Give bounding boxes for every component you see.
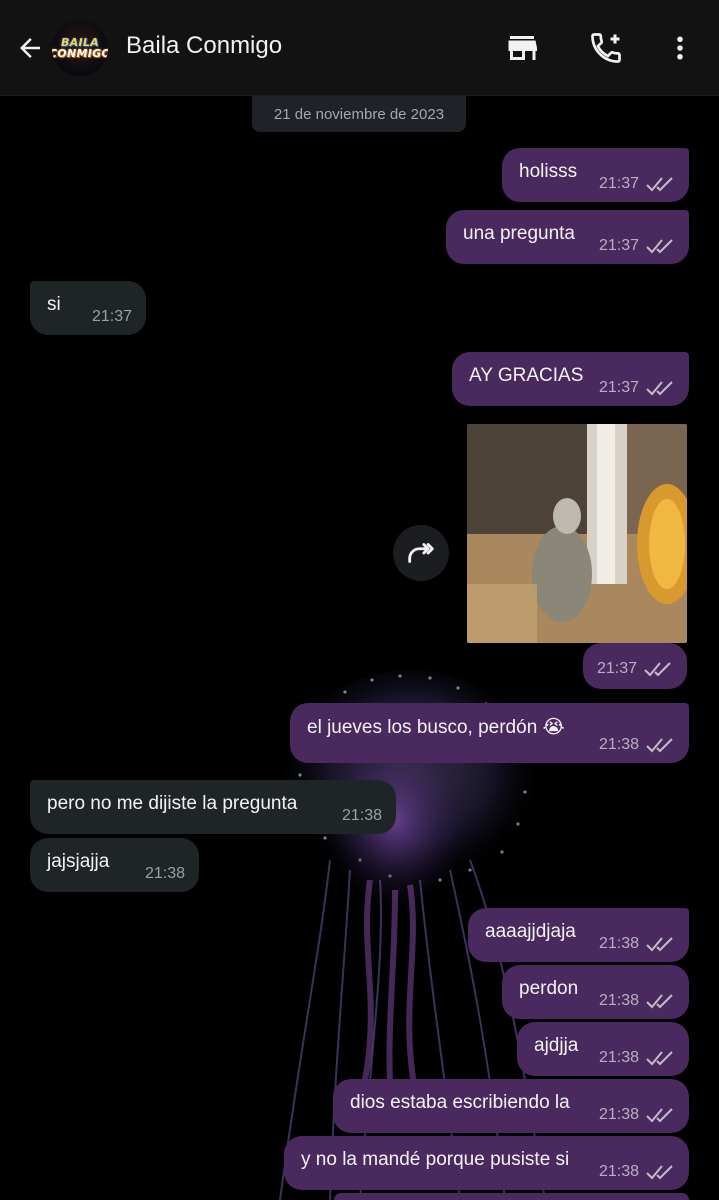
message-time: 21:38 bbox=[598, 1106, 639, 1123]
message-bubble-outgoing[interactable]: una pregunta 21:37 bbox=[446, 210, 689, 264]
chat-title[interactable]: Baila Conmigo bbox=[126, 32, 282, 60]
double-check-icon bbox=[646, 239, 673, 254]
store-icon bbox=[508, 36, 537, 60]
add-call-icon bbox=[591, 33, 621, 63]
message-text: perdon bbox=[519, 978, 579, 999]
double-check-icon bbox=[646, 1165, 673, 1180]
more-options-button[interactable] bbox=[656, 24, 704, 72]
message-bubble-outgoing[interactable]: holisss 21:37 bbox=[502, 148, 689, 202]
message-text: y no la mandé porque pusiste si bbox=[301, 1149, 570, 1170]
message-time: 21:37 bbox=[91, 308, 132, 325]
message-text: aaaajjdjaja bbox=[485, 921, 576, 942]
arrow-left-icon bbox=[20, 38, 40, 58]
add-call-button[interactable] bbox=[582, 24, 630, 72]
gif-thumbnail bbox=[467, 424, 687, 643]
message-bubble-outgoing-partial[interactable] bbox=[334, 1193, 689, 1200]
message-text: AY GRACIAS bbox=[469, 365, 584, 386]
gif-image[interactable] bbox=[467, 424, 687, 643]
chat-header: BAILA CONMIGO Baila Conmigo bbox=[0, 0, 719, 96]
message-bubble-outgoing[interactable]: 21:37 bbox=[583, 643, 687, 689]
avatar-text-line2: CONMIGO bbox=[52, 47, 108, 60]
double-check-icon bbox=[646, 381, 673, 396]
message-bubble-outgoing[interactable]: y no la mandé porque pusiste si 21:38 bbox=[284, 1136, 689, 1190]
message-text: holisss bbox=[519, 161, 578, 182]
message-text: una pregunta bbox=[463, 223, 575, 244]
message-time: 21:38 bbox=[598, 736, 639, 753]
double-check-icon bbox=[646, 177, 673, 192]
double-check-icon bbox=[646, 1108, 673, 1123]
message-bubble-outgoing[interactable]: el jueves los busco, perdón 😭 21:38 bbox=[290, 703, 689, 763]
message-bubble-outgoing[interactable]: aaaajjdjaja 21:38 bbox=[468, 908, 689, 962]
message-time: 21:38 bbox=[341, 807, 382, 824]
message-time: 21:37 bbox=[598, 175, 639, 192]
message-bubble-outgoing[interactable]: perdon 21:38 bbox=[502, 965, 689, 1019]
message-time: 21:38 bbox=[598, 992, 639, 1009]
message-text: pero no me dijiste la pregunta bbox=[47, 793, 298, 814]
message-time: 21:38 bbox=[598, 1163, 639, 1180]
message-text: si bbox=[47, 294, 61, 315]
double-check-icon bbox=[646, 1051, 673, 1066]
date-divider: 21 de noviembre de 2023 bbox=[252, 96, 466, 132]
message-text: ajdjja bbox=[534, 1035, 579, 1056]
message-bubble-outgoing[interactable]: AY GRACIAS 21:37 bbox=[452, 352, 689, 406]
message-time: 21:37 bbox=[598, 237, 639, 254]
message-time: 21:38 bbox=[144, 865, 185, 882]
message-time: 21:37 bbox=[598, 379, 639, 396]
message-text: jajsjajja bbox=[47, 851, 110, 872]
double-check-icon bbox=[646, 994, 673, 1009]
forward-icon bbox=[408, 543, 434, 563]
message-text: dios estaba escribiendo la bbox=[350, 1092, 570, 1113]
more-vert-icon bbox=[677, 36, 683, 60]
double-check-icon bbox=[644, 662, 671, 677]
double-check-icon bbox=[646, 937, 673, 952]
forward-button[interactable] bbox=[393, 525, 449, 581]
message-bubble-incoming[interactable]: jajsjajja 21:38 bbox=[30, 838, 199, 892]
back-button[interactable] bbox=[8, 26, 52, 70]
message-time: 21:38 bbox=[598, 1049, 639, 1066]
message-bubble-outgoing[interactable]: ajdjja 21:38 bbox=[517, 1022, 689, 1076]
double-check-icon bbox=[646, 738, 673, 753]
message-bubble-incoming[interactable]: si 21:37 bbox=[30, 281, 146, 335]
message-time: 21:37 bbox=[596, 660, 637, 677]
message-text: el jueves los busco, perdón 😭 bbox=[307, 717, 565, 738]
avatar[interactable]: BAILA CONMIGO bbox=[52, 20, 108, 76]
message-bubble-incoming[interactable]: pero no me dijiste la pregunta 21:38 bbox=[30, 780, 396, 834]
store-button[interactable] bbox=[498, 24, 546, 72]
message-bubble-outgoing[interactable]: dios estaba escribiendo la 21:38 bbox=[333, 1079, 689, 1133]
message-time: 21:38 bbox=[598, 935, 639, 952]
